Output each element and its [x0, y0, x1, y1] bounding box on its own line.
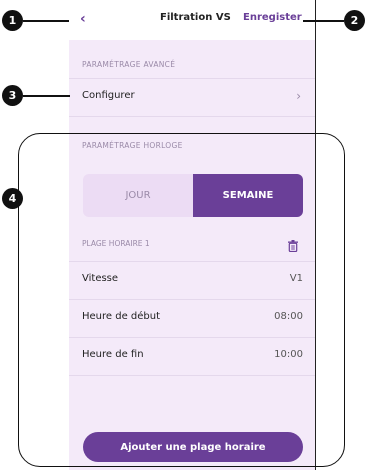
save-button[interactable]: Enregister	[243, 12, 302, 23]
callout-3-leader	[23, 95, 70, 97]
callout-2: 2	[344, 10, 365, 31]
configure-label: Configurer	[82, 90, 135, 101]
callout-2-leader	[303, 20, 344, 22]
callout-3: 3	[2, 85, 23, 106]
callout-4: 4	[2, 188, 23, 209]
callout-1: 1	[2, 10, 23, 31]
chevron-right-icon: ›	[296, 89, 301, 103]
page-title: Filtration VS	[160, 12, 231, 23]
advanced-section-label: PARAMÉTRAGE AVANCÉ	[82, 60, 176, 69]
back-button[interactable]: ‹	[80, 11, 86, 27]
configure-row[interactable]: Configurer ›	[69, 78, 315, 117]
callout-1-leader	[23, 20, 69, 22]
clock-settings-callout-frame	[18, 133, 345, 467]
